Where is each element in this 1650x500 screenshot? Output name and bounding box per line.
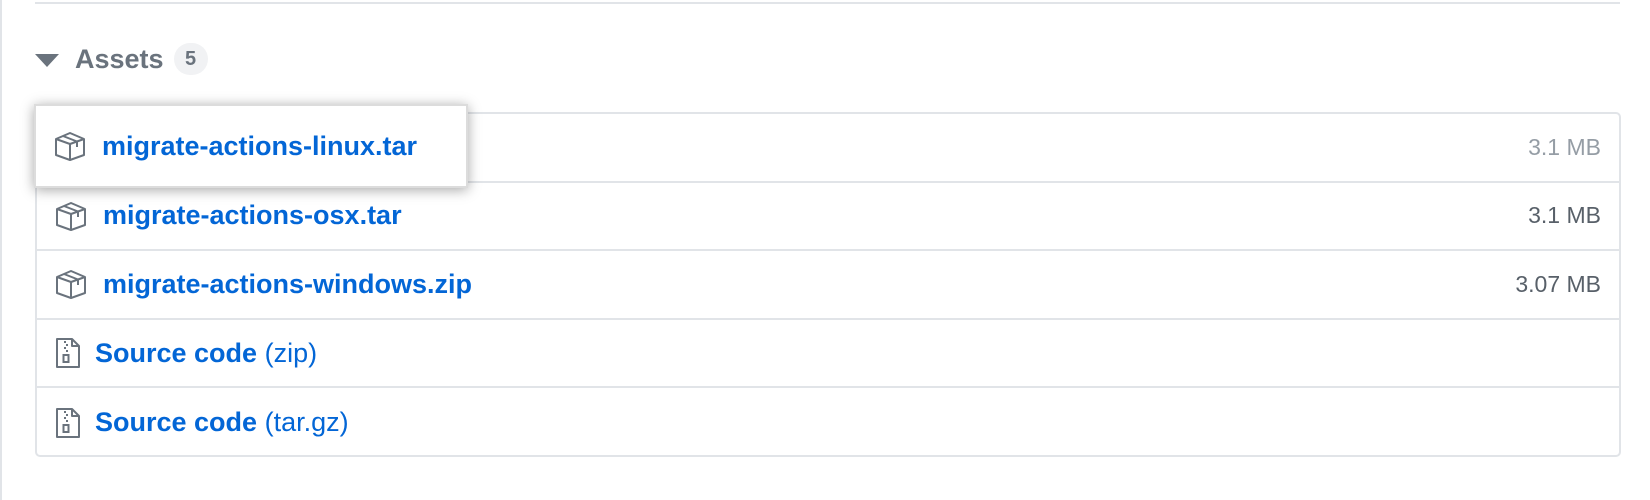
- asset-row: Source code (tar.gz): [37, 388, 1619, 457]
- package-icon: [54, 130, 86, 162]
- assets-count-badge: 5: [173, 43, 208, 75]
- asset-row: Source code (zip): [37, 320, 1619, 389]
- file-zip-icon: [55, 407, 81, 439]
- page-left-border: [0, 0, 2, 500]
- source-code-label: Source code: [95, 407, 258, 438]
- assets-toggle[interactable]: Assets 5: [35, 42, 208, 76]
- asset-link[interactable]: migrate-actions-osx.tar: [103, 200, 402, 231]
- source-code-label: Source code: [95, 337, 258, 368]
- package-icon: [55, 200, 87, 232]
- section-divider: [35, 0, 1620, 4]
- source-code-format: (tar.gz): [264, 407, 349, 438]
- asset-size: 3.1 MB: [1528, 202, 1601, 229]
- asset-row: migrate-actions-windows.zip 3.07 MB: [37, 251, 1619, 320]
- caret-down-icon[interactable]: [35, 53, 59, 67]
- source-code-format: (zip): [264, 337, 318, 368]
- source-code-targz-link[interactable]: Source code (tar.gz): [95, 407, 349, 438]
- release-page: Assets 5 migrate-actions-linux.tar 3.1 M…: [0, 0, 1650, 500]
- assets-title: Assets: [75, 43, 164, 74]
- highlighted-asset[interactable]: migrate-actions-linux.tar: [34, 104, 468, 188]
- asset-link[interactable]: migrate-actions-windows.zip: [103, 269, 472, 300]
- file-zip-icon: [55, 337, 81, 369]
- source-code-zip-link[interactable]: Source code (zip): [95, 338, 317, 369]
- asset-row: migrate-actions-osx.tar 3.1 MB: [37, 183, 1619, 252]
- highlighted-asset-link[interactable]: migrate-actions-linux.tar: [102, 131, 417, 162]
- asset-size: 3.07 MB: [1515, 270, 1601, 297]
- package-icon: [55, 268, 87, 300]
- asset-size: 3.1 MB: [1528, 133, 1601, 160]
